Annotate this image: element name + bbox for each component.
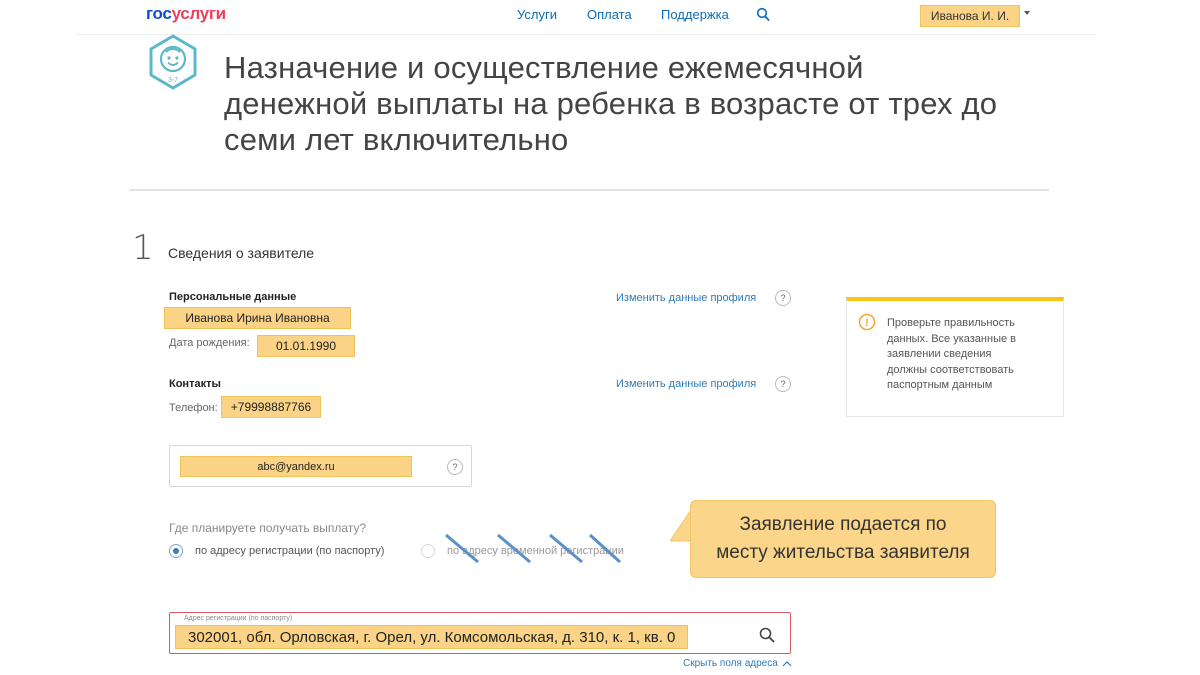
page-title-line: денежной выплаты на ребенка в возрасте о…: [224, 86, 998, 121]
step-title: Сведения о заявителе: [168, 245, 315, 261]
birth-date-label: Дата рождения:: [169, 337, 250, 349]
warning-text: Проверьте правильность данных. Все указа…: [887, 316, 1057, 394]
page-title: Назначение и осуществление ежемесячной д…: [224, 50, 1084, 158]
strikethrough-marks: [445, 533, 622, 564]
title-divider: [129, 189, 1049, 191]
header-divider: [76, 34, 1096, 35]
search-icon[interactable]: [756, 7, 770, 23]
address-value[interactable]: 302001, обл. Орловская, г. Орел, ул. Ком…: [175, 625, 689, 649]
chevron-up-icon: [782, 661, 792, 667]
phone-value: +79998887766: [221, 396, 321, 418]
step-number: 1: [132, 228, 154, 268]
warning-text-line: должны соответствовать: [887, 363, 1014, 376]
payment-question: Где планируете получать выплату?: [169, 521, 367, 535]
page-title-line: Назначение и осуществление ежемесячной: [224, 50, 864, 85]
contacts-heading: Контакты: [169, 378, 221, 390]
help-icon[interactable]: ?: [775, 290, 791, 306]
badge-age-label: 3-7: [168, 77, 178, 84]
logo-text-part1: гос: [146, 4, 172, 23]
warning-text-line: данных. Все указанные в: [887, 332, 1016, 345]
nav-services[interactable]: Услуги: [517, 7, 557, 22]
callout-note: Заявление подается по месту жительства з…: [690, 500, 996, 578]
nav-payment[interactable]: Оплата: [587, 7, 632, 22]
edit-profile-link[interactable]: Изменить данные профиля: [616, 378, 756, 390]
hide-address-fields-link[interactable]: Скрыть поля адреса: [683, 658, 792, 669]
radio-temporary-address[interactable]: [421, 544, 435, 558]
help-icon[interactable]: ?: [775, 376, 791, 392]
edit-profile-link[interactable]: Изменить данные профиля: [616, 292, 756, 304]
radio-registration-label[interactable]: по адресу регистрации (по паспорту): [195, 545, 384, 557]
callout-line: Заявление подается по: [739, 514, 947, 535]
chevron-down-icon[interactable]: [1024, 11, 1030, 15]
warning-icon-glyph: !: [865, 317, 869, 329]
warning-text-line: паспортным данным: [887, 379, 993, 391]
nav-support[interactable]: Поддержка: [661, 7, 729, 22]
full-name-value: Иванова Ирина Ивановна: [164, 307, 351, 329]
radio-registration-address[interactable]: [169, 544, 183, 558]
logo-text-part2: услуги: [171, 4, 227, 23]
user-menu-button[interactable]: Иванова И. И.: [920, 5, 1020, 27]
warning-icon: !: [858, 313, 876, 331]
hide-address-fields-label: Скрыть поля адреса: [683, 658, 778, 669]
email-value[interactable]: abc@yandex.ru: [180, 456, 412, 477]
birth-date-value: 01.01.1990: [257, 335, 355, 357]
warning-text-line: заявлении сведения: [887, 348, 992, 360]
personal-data-heading: Персональные данные: [169, 291, 297, 303]
gosuslugi-logo[interactable]: госуслуги: [146, 4, 226, 24]
warning-text-line: Проверьте правильность: [887, 317, 1015, 329]
search-icon[interactable]: [759, 627, 775, 643]
page-title-line: семи лет включительно: [224, 122, 569, 157]
phone-label: Телефон:: [169, 402, 218, 414]
help-icon[interactable]: ?: [447, 459, 463, 475]
callout-line: месту жительства заявителя: [716, 542, 970, 563]
address-field-label: Адрес регистрации (по паспорту): [184, 615, 293, 622]
child-face-icon: 3-7: [149, 34, 197, 90]
